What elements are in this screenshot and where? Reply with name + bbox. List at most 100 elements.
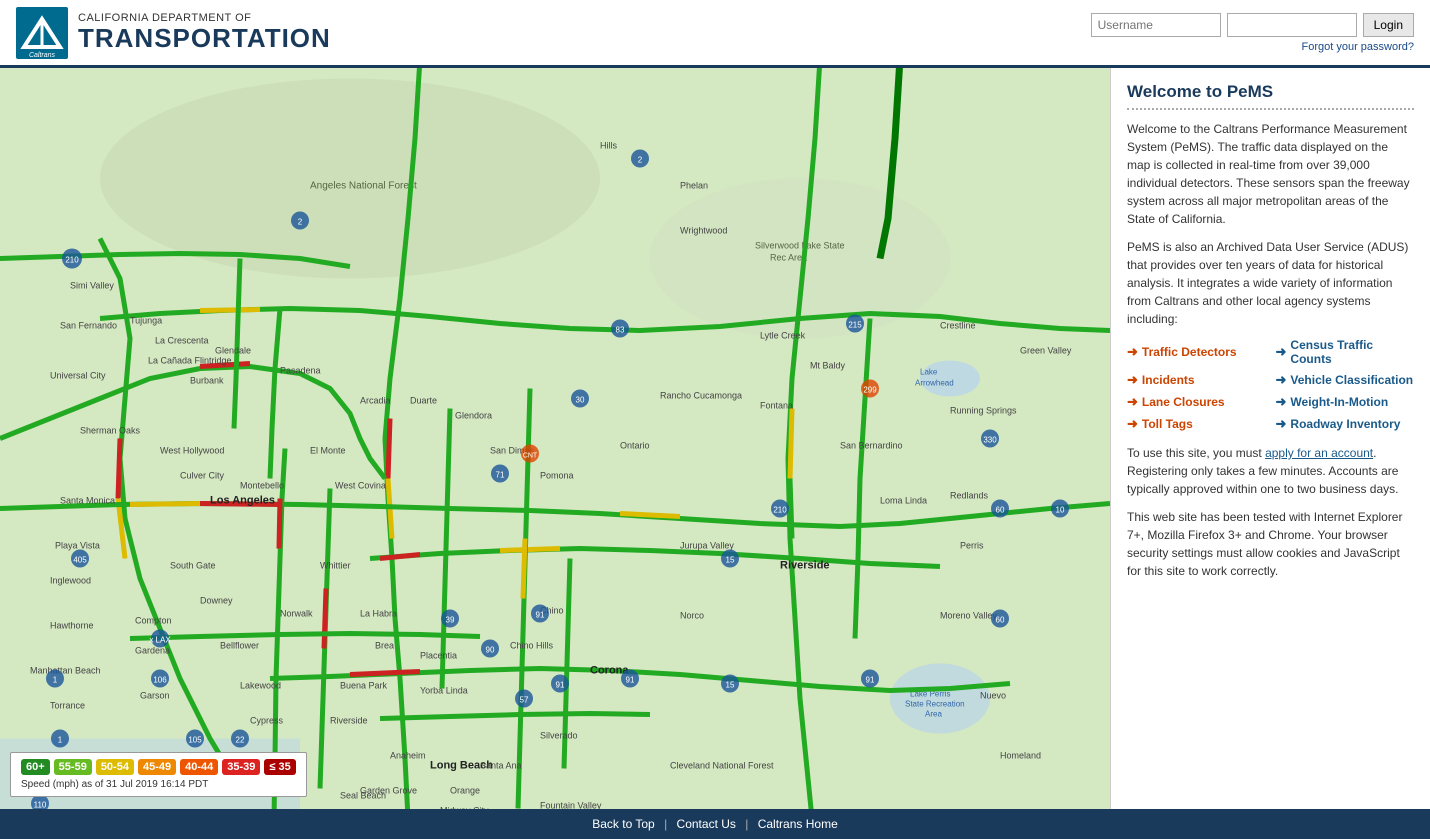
map-canvas: Angeles National Forest Silverwood Lake …	[0, 68, 1110, 809]
svg-text:Torrance: Torrance	[50, 701, 85, 711]
svg-text:106: 106	[153, 676, 167, 685]
feature-label: Weight-In-Motion	[1290, 395, 1388, 409]
svg-text:Pasadena: Pasadena	[280, 366, 321, 376]
svg-text:x LAX: x LAX	[149, 636, 171, 645]
svg-text:210: 210	[65, 256, 79, 265]
svg-text:60: 60	[996, 506, 1005, 515]
svg-text:Area: Area	[925, 710, 942, 719]
svg-text:Nuevo: Nuevo	[980, 691, 1006, 701]
svg-text:Yorba Linda: Yorba Linda	[420, 686, 468, 696]
svg-text:Midway City: Midway City	[440, 806, 489, 810]
svg-text:Jurupa Valley: Jurupa Valley	[680, 541, 734, 551]
site-header: Caltrans CALIFORNIA DEPARTMENT OF TRANSP…	[0, 0, 1430, 68]
feature-label: Vehicle Classification	[1290, 373, 1413, 387]
site-footer: Back to Top | Contact Us | Caltrans Home	[0, 809, 1430, 839]
svg-text:Duarte: Duarte	[410, 396, 437, 406]
feature-label: Toll Tags	[1142, 417, 1193, 431]
feature-census-traffic: ➜ Census Traffic Counts	[1276, 338, 1415, 366]
caltrans-home-link[interactable]: Caltrans Home	[758, 817, 838, 831]
svg-text:215: 215	[848, 321, 862, 330]
transport-name: TRANSPORTATION	[78, 24, 331, 53]
main-content: Angeles National Forest Silverwood Lake …	[0, 68, 1430, 809]
map-area[interactable]: Angeles National Forest Silverwood Lake …	[0, 68, 1110, 809]
svg-text:Buena Park: Buena Park	[340, 681, 388, 691]
intro-paragraph-1: Welcome to the Caltrans Performance Meas…	[1127, 120, 1414, 228]
info-panel: Welcome to PeMS Welcome to the Caltrans …	[1110, 68, 1430, 809]
svg-text:299: 299	[863, 386, 877, 395]
back-to-top-link[interactable]: Back to Top	[592, 817, 654, 831]
svg-text:El Monte: El Monte	[310, 446, 346, 456]
svg-text:110: 110	[34, 801, 47, 810]
speed-box: 45-49	[138, 759, 176, 775]
svg-text:Mt Baldy: Mt Baldy	[810, 361, 846, 371]
svg-text:Chino Hills: Chino Hills	[510, 641, 554, 651]
password-input[interactable]	[1227, 13, 1357, 37]
svg-text:2: 2	[298, 218, 303, 227]
speed-box: 55-59	[54, 759, 92, 775]
feature-incidents: ➜ Incidents	[1127, 372, 1266, 388]
svg-text:Pomona: Pomona	[540, 471, 574, 481]
caltrans-logo-icon: Caltrans	[16, 7, 68, 59]
svg-text:Fontana: Fontana	[760, 401, 793, 411]
svg-text:West Covina: West Covina	[335, 481, 386, 491]
features-list: ➜ Traffic Detectors ➜ Census Traffic Cou…	[1127, 338, 1414, 432]
arrow-icon: ➜	[1276, 372, 1287, 388]
arrow-icon: ➜	[1276, 416, 1287, 432]
svg-text:Silverado: Silverado	[540, 731, 578, 741]
svg-text:San Fernando: San Fernando	[60, 321, 117, 331]
svg-text:La Crescenta: La Crescenta	[155, 336, 209, 346]
svg-text:Downey: Downey	[200, 596, 233, 606]
feature-roadway-inventory: ➜ Roadway Inventory	[1276, 416, 1415, 432]
speed-box: 40-44	[180, 759, 218, 775]
svg-text:Rancho Cucamonga: Rancho Cucamonga	[660, 391, 742, 401]
feature-vehicle-class: ➜ Vehicle Classification	[1276, 372, 1415, 388]
svg-text:Norwalk: Norwalk	[280, 609, 313, 619]
forgot-password-link[interactable]: Forgot your password?	[1302, 41, 1415, 53]
speed-box: 60+	[21, 759, 50, 775]
svg-text:Inglewood: Inglewood	[50, 576, 91, 586]
arrow-icon: ➜	[1127, 416, 1138, 432]
arrow-icon: ➜	[1127, 372, 1138, 388]
svg-text:Playa Vista: Playa Vista	[55, 541, 100, 551]
svg-text:Perris: Perris	[960, 541, 984, 551]
svg-text:330: 330	[983, 436, 997, 445]
svg-text:Santa Monica: Santa Monica	[60, 496, 115, 506]
logo-text: CALIFORNIA DEPARTMENT OF TRANSPORTATION	[78, 12, 331, 53]
username-input[interactable]	[1091, 13, 1221, 37]
apply-link[interactable]: apply for an account	[1265, 446, 1373, 460]
speed-box: ≤ 35	[264, 759, 295, 775]
speed-legend: 60+55-5950-5445-4940-4435-39≤ 35 Speed (…	[10, 752, 307, 797]
svg-text:Running Springs: Running Springs	[950, 406, 1017, 416]
svg-text:Lake: Lake	[920, 368, 938, 377]
svg-text:Angeles National Forest: Angeles National Forest	[310, 181, 417, 192]
svg-text:Glendora: Glendora	[455, 411, 492, 421]
svg-text:Whittier: Whittier	[320, 561, 351, 571]
svg-text:Bellflower: Bellflower	[220, 641, 259, 651]
svg-text:91: 91	[536, 611, 545, 620]
svg-text:Glendale: Glendale	[215, 346, 251, 356]
feature-lane-closures: ➜ Lane Closures	[1127, 394, 1266, 410]
svg-text:Seal Beach: Seal Beach	[340, 791, 386, 801]
login-button[interactable]: Login	[1363, 13, 1414, 37]
svg-text:South Gate: South Gate	[170, 561, 216, 571]
contact-us-link[interactable]: Contact Us	[677, 817, 736, 831]
svg-text:2: 2	[638, 156, 643, 165]
svg-text:San Bernardino: San Bernardino	[840, 441, 903, 451]
svg-text:Culver City: Culver City	[180, 471, 225, 481]
svg-text:Phelan: Phelan	[680, 181, 708, 191]
browser-paragraph: This web site has been tested with Inter…	[1127, 508, 1414, 580]
svg-text:Hills: Hills	[600, 141, 617, 151]
svg-text:15: 15	[726, 681, 735, 690]
separator-2: |	[745, 817, 748, 831]
traffic-map: Angeles National Forest Silverwood Lake …	[0, 68, 1110, 809]
svg-text:10: 10	[1056, 506, 1065, 515]
svg-text:Caltrans: Caltrans	[29, 52, 56, 59]
svg-text:Riverside: Riverside	[330, 716, 368, 726]
svg-text:State Recreation: State Recreation	[905, 700, 965, 709]
logo-area: Caltrans CALIFORNIA DEPARTMENT OF TRANSP…	[16, 7, 331, 59]
arrow-icon: ➜	[1127, 344, 1138, 360]
svg-text:Compton: Compton	[135, 616, 172, 626]
svg-text:Cypress: Cypress	[250, 716, 284, 726]
svg-text:Green Valley: Green Valley	[1020, 346, 1072, 356]
svg-text:Wrightwood: Wrightwood	[680, 226, 727, 236]
